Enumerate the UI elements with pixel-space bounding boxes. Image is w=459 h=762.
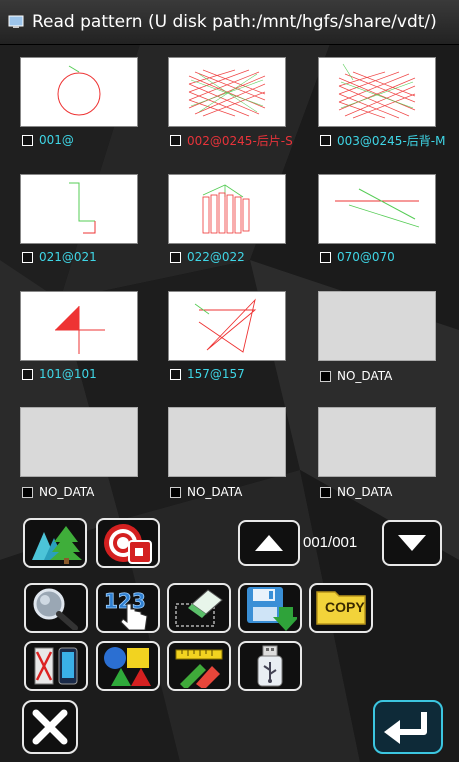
pattern-thumbnail-021[interactable]: [20, 174, 138, 244]
select-checkbox[interactable]: [170, 134, 181, 146]
select-checkbox[interactable]: [170, 368, 181, 380]
confirm-button[interactable]: [373, 700, 443, 754]
pattern-caption[interactable]: 001@: [22, 132, 74, 148]
search-button[interactable]: [24, 583, 88, 633]
magnifier-icon: [33, 588, 78, 630]
pattern-label: NO_DATA: [337, 369, 393, 383]
pattern-label: 022@022: [187, 250, 245, 264]
select-by-number-button[interactable]: 123: [96, 583, 160, 633]
arrow-down-icon: [398, 535, 426, 551]
title-bar: Read pattern (U disk path:/mnt/hgfs/shar…: [0, 0, 459, 45]
pattern-label: 101@101: [39, 367, 97, 381]
close-icon: [32, 709, 68, 745]
shapes-icon: [104, 647, 151, 686]
copy-button[interactable]: COPY: [309, 583, 373, 633]
tree-icon: [32, 526, 82, 564]
pattern-thumbnail-157[interactable]: [168, 291, 286, 361]
enter-return-icon: [384, 712, 427, 744]
pattern-label: NO_DATA: [337, 485, 393, 499]
pattern-caption[interactable]: NO_DATA: [320, 484, 392, 500]
pattern-label: 002@0245-后片-S: [187, 133, 293, 148]
empty-pattern-slot[interactable]: [318, 291, 436, 361]
select-checkbox[interactable]: [170, 486, 181, 498]
select-checkbox[interactable]: [22, 134, 33, 146]
stitch-preview: [194, 298, 257, 353]
memory-device-icon: [34, 647, 78, 685]
pattern-thumbnail-101[interactable]: [20, 291, 138, 361]
page-indicator: 001/001: [303, 534, 358, 551]
pattern-label: NO_DATA: [39, 485, 95, 499]
pattern-caption[interactable]: 070@070: [320, 249, 395, 265]
pattern-label: 021@021: [39, 250, 97, 264]
pattern-caption[interactable]: 157@157: [170, 366, 245, 382]
page-down-button[interactable]: [382, 520, 442, 566]
select-checkbox[interactable]: [170, 251, 181, 263]
select-checkbox[interactable]: [320, 370, 331, 382]
pattern-label: 001@: [39, 133, 74, 147]
select-checkbox[interactable]: [320, 251, 331, 263]
window-title: Read pattern (U disk path:/mnt/hgfs/shar…: [32, 12, 437, 32]
pattern-caption[interactable]: 022@022: [170, 249, 245, 265]
select-checkbox[interactable]: [22, 368, 33, 380]
save-download-icon: [247, 587, 297, 631]
arrow-up-icon: [255, 535, 283, 551]
pattern-caption[interactable]: 101@101: [22, 366, 97, 382]
stitch-preview: [188, 69, 266, 117]
usb-drive-icon: [257, 645, 283, 687]
pattern-caption[interactable]: 002@0245-后片-S: [170, 132, 293, 148]
cancel-button[interactable]: [22, 700, 78, 754]
pattern-thumbnail-001[interactable]: [20, 57, 138, 127]
pattern-caption[interactable]: 003@0245-后背-M: [320, 132, 445, 148]
pattern-caption[interactable]: 021@021: [22, 249, 97, 265]
pattern-thumbnail-002[interactable]: [168, 57, 286, 127]
empty-pattern-slot[interactable]: [20, 407, 138, 477]
pattern-caption[interactable]: NO_DATA: [22, 484, 94, 500]
eraser-icon: [175, 589, 223, 627]
tree-view-button[interactable]: [23, 518, 87, 568]
pattern-label: 003@0245-后背-M: [337, 133, 446, 148]
ruler-pencil-icon: [175, 649, 223, 688]
erase-button[interactable]: [167, 583, 231, 633]
empty-pattern-slot[interactable]: [168, 407, 286, 477]
stitch-preview: [335, 188, 420, 228]
pattern-label: 157@157: [187, 367, 245, 381]
pattern-caption[interactable]: NO_DATA: [320, 368, 392, 384]
select-checkbox[interactable]: [22, 251, 33, 263]
stitch-preview: [55, 306, 105, 354]
stitch-preview: [338, 63, 416, 119]
shape-tools-button[interactable]: [96, 641, 160, 691]
pattern-thumbnail-022[interactable]: [168, 174, 286, 244]
pattern-thumbnail-070[interactable]: [318, 174, 436, 244]
numeric-touch-icon: 123: [104, 589, 148, 630]
select-checkbox[interactable]: [320, 486, 331, 498]
pattern-caption[interactable]: NO_DATA: [170, 484, 242, 500]
usb-button[interactable]: [238, 641, 302, 691]
stitch-preview: [57, 65, 101, 116]
save-to-disk-button[interactable]: [238, 583, 302, 633]
memory-card-button[interactable]: [24, 641, 88, 691]
select-checkbox[interactable]: [22, 486, 33, 498]
measure-edit-button[interactable]: [167, 641, 231, 691]
page-up-button[interactable]: [238, 520, 300, 566]
svg-text:123: 123: [104, 589, 146, 613]
monitor-icon: [8, 15, 24, 28]
stitch-preview: [69, 182, 96, 234]
pattern-label: 070@070: [337, 250, 395, 264]
stitch-preview: [202, 184, 250, 234]
select-checkbox[interactable]: [320, 134, 331, 146]
target-icon: [104, 524, 152, 564]
pattern-label: NO_DATA: [187, 485, 243, 499]
hide-pattern-button[interactable]: [96, 518, 160, 568]
copy-label: COPY: [325, 599, 365, 615]
empty-pattern-slot[interactable]: [318, 407, 436, 477]
pattern-thumbnail-003[interactable]: [318, 57, 436, 127]
